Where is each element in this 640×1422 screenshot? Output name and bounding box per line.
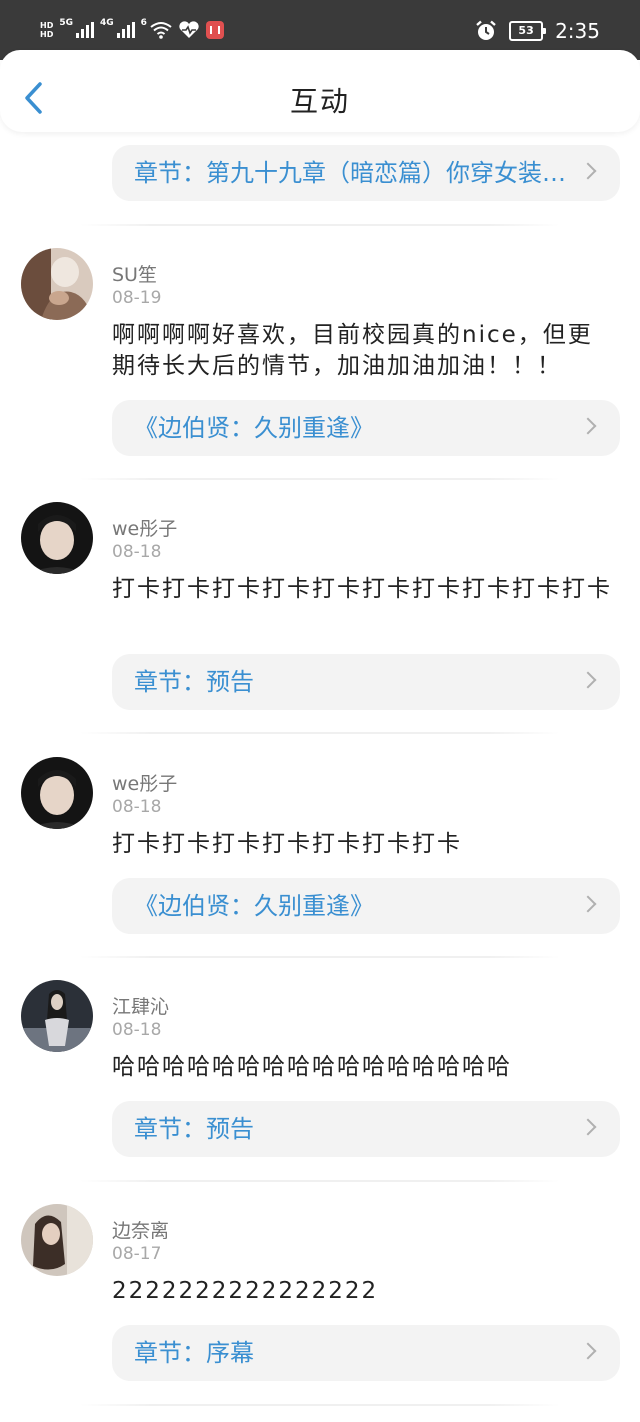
comment-text: 打卡打卡打卡打卡打卡打卡打卡	[112, 831, 462, 857]
alarm-icon	[476, 20, 496, 40]
health-heart-icon	[179, 21, 199, 38]
signal-icon	[76, 22, 94, 38]
wifi-icon	[150, 22, 172, 39]
divider	[80, 1180, 560, 1182]
page-title: 互动	[289, 85, 350, 118]
comment-date: 08-17	[112, 1244, 162, 1264]
chapter-link-label: 章节：预告	[134, 668, 254, 696]
chapter-link[interactable]: 《边伯贤：久别重逢》	[112, 400, 620, 456]
comment-username: we彤子	[112, 518, 178, 540]
divider	[80, 732, 560, 734]
battery-icon: 53	[509, 21, 547, 41]
chapter-link[interactable]: 章节：预告	[112, 1101, 620, 1157]
chapter-link[interactable]: 章节：序幕	[112, 1325, 620, 1381]
chapter-link[interactable]: 《边伯贤：久别重逢》	[112, 878, 620, 934]
chapter-link-label: 章节：第九十九章（暗恋篇）你穿女装好看	[134, 159, 590, 187]
divider	[80, 956, 560, 958]
hd-label-1: HD	[40, 21, 54, 30]
comment-text: 哈哈哈哈哈哈哈哈哈哈哈哈哈哈哈哈	[112, 1054, 512, 1080]
avatar[interactable]	[21, 1204, 93, 1276]
chevron-right-icon	[579, 671, 597, 689]
divider	[80, 478, 560, 480]
chapter-link-label: 章节：序幕	[134, 1339, 254, 1367]
comment-username: we彤子	[112, 773, 178, 795]
avatar[interactable]	[21, 757, 93, 829]
network-5g-label: 5G	[59, 18, 73, 28]
chapter-link[interactable]: 章节：第九十九章（暗恋篇）你穿女装好看	[112, 145, 620, 201]
clock-time: 2:35	[555, 19, 600, 43]
divider	[80, 224, 560, 226]
chevron-right-icon	[579, 1342, 597, 1360]
comment-date: 08-19	[112, 288, 162, 308]
chevron-right-icon	[579, 895, 597, 913]
comment-text: 啊啊啊啊好喜欢，目前校园真的nice，但更期待长大后的情节，加油加油加油！！！	[112, 322, 593, 379]
comment-username: 江肆沁	[112, 996, 170, 1018]
hd-label-2: HD	[40, 30, 54, 39]
status-icons-right: 53 2:35	[475, 16, 600, 46]
comment-date: 08-18	[112, 797, 162, 817]
avatar[interactable]	[21, 502, 93, 574]
comment-username: SU笙	[112, 264, 157, 286]
comment-text: 2222222222222222	[112, 1278, 379, 1304]
chapter-link[interactable]: 章节：预告	[112, 654, 620, 710]
chapter-link-label: 章节：预告	[134, 1115, 254, 1143]
chapter-link-label: 《边伯贤：久别重逢》	[134, 414, 374, 442]
signal-icon-2	[116, 22, 135, 38]
wifi-label: 6	[140, 18, 147, 28]
comment-date: 08-18	[112, 542, 162, 562]
app-header: 互动	[0, 50, 640, 132]
network-4g-label: 4G	[100, 18, 114, 28]
comment-date: 08-18	[112, 1020, 162, 1040]
avatar[interactable]	[21, 248, 93, 320]
reader-app-icon	[205, 21, 224, 39]
hd-indicator: HD HD	[40, 21, 53, 39]
avatar[interactable]	[21, 980, 93, 1052]
comment-username: 边奈离	[112, 1220, 170, 1242]
divider	[80, 1404, 560, 1406]
chapter-link-label: 《边伯贤：久别重逢》	[134, 892, 374, 920]
chevron-right-icon	[579, 417, 597, 435]
status-icons-left: HD HD 5G 4G 6	[40, 16, 224, 44]
chevron-right-icon	[579, 1118, 597, 1136]
comment-text: 打卡打卡打卡打卡打卡打卡打卡打卡打卡打卡	[112, 576, 612, 602]
